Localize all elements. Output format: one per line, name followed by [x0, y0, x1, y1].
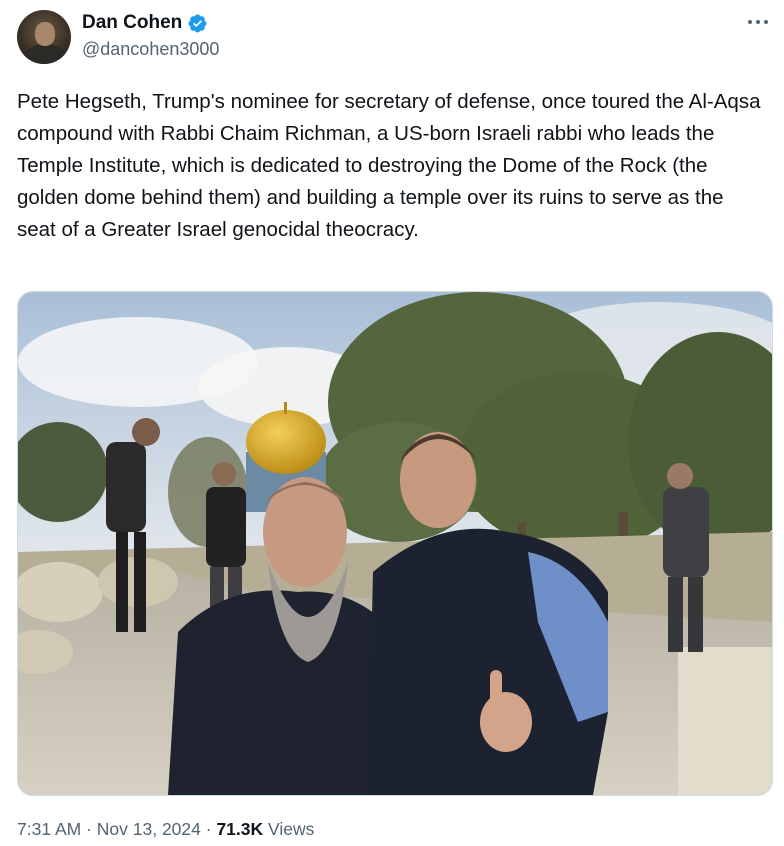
meta-separator: ·	[81, 819, 97, 839]
more-options-button[interactable]	[746, 12, 770, 30]
avatar-face	[35, 22, 55, 46]
author-avatar[interactable]	[17, 10, 71, 64]
avatar-shoulders	[23, 44, 67, 64]
tweet-time-link[interactable]: 7:31 AM	[17, 819, 81, 839]
verified-badge-icon	[187, 13, 208, 34]
tweet-text: Pete Hegseth, Trump's nominee for secret…	[17, 90, 761, 241]
photo-illustration	[18, 292, 772, 795]
author-name-row: Dan Cohen	[82, 10, 208, 36]
tweet-photo[interactable]	[17, 291, 773, 796]
views-label: Views	[263, 819, 315, 839]
author-handle[interactable]: @dancohen3000	[82, 37, 219, 61]
author-display-name[interactable]: Dan Cohen	[82, 10, 182, 36]
tweet-date-link[interactable]: Nov 13, 2024	[97, 819, 201, 839]
more-horizontal-icon	[747, 12, 769, 30]
views-count: 71.3K	[216, 819, 264, 839]
tweet: Dan Cohen @dancohen3000 Pete Hegseth, Tr…	[0, 0, 784, 846]
tweet-meta: 7:31 AM · Nov 13, 2024 · 71.3K Views	[17, 816, 314, 842]
meta-separator: ·	[200, 819, 217, 839]
